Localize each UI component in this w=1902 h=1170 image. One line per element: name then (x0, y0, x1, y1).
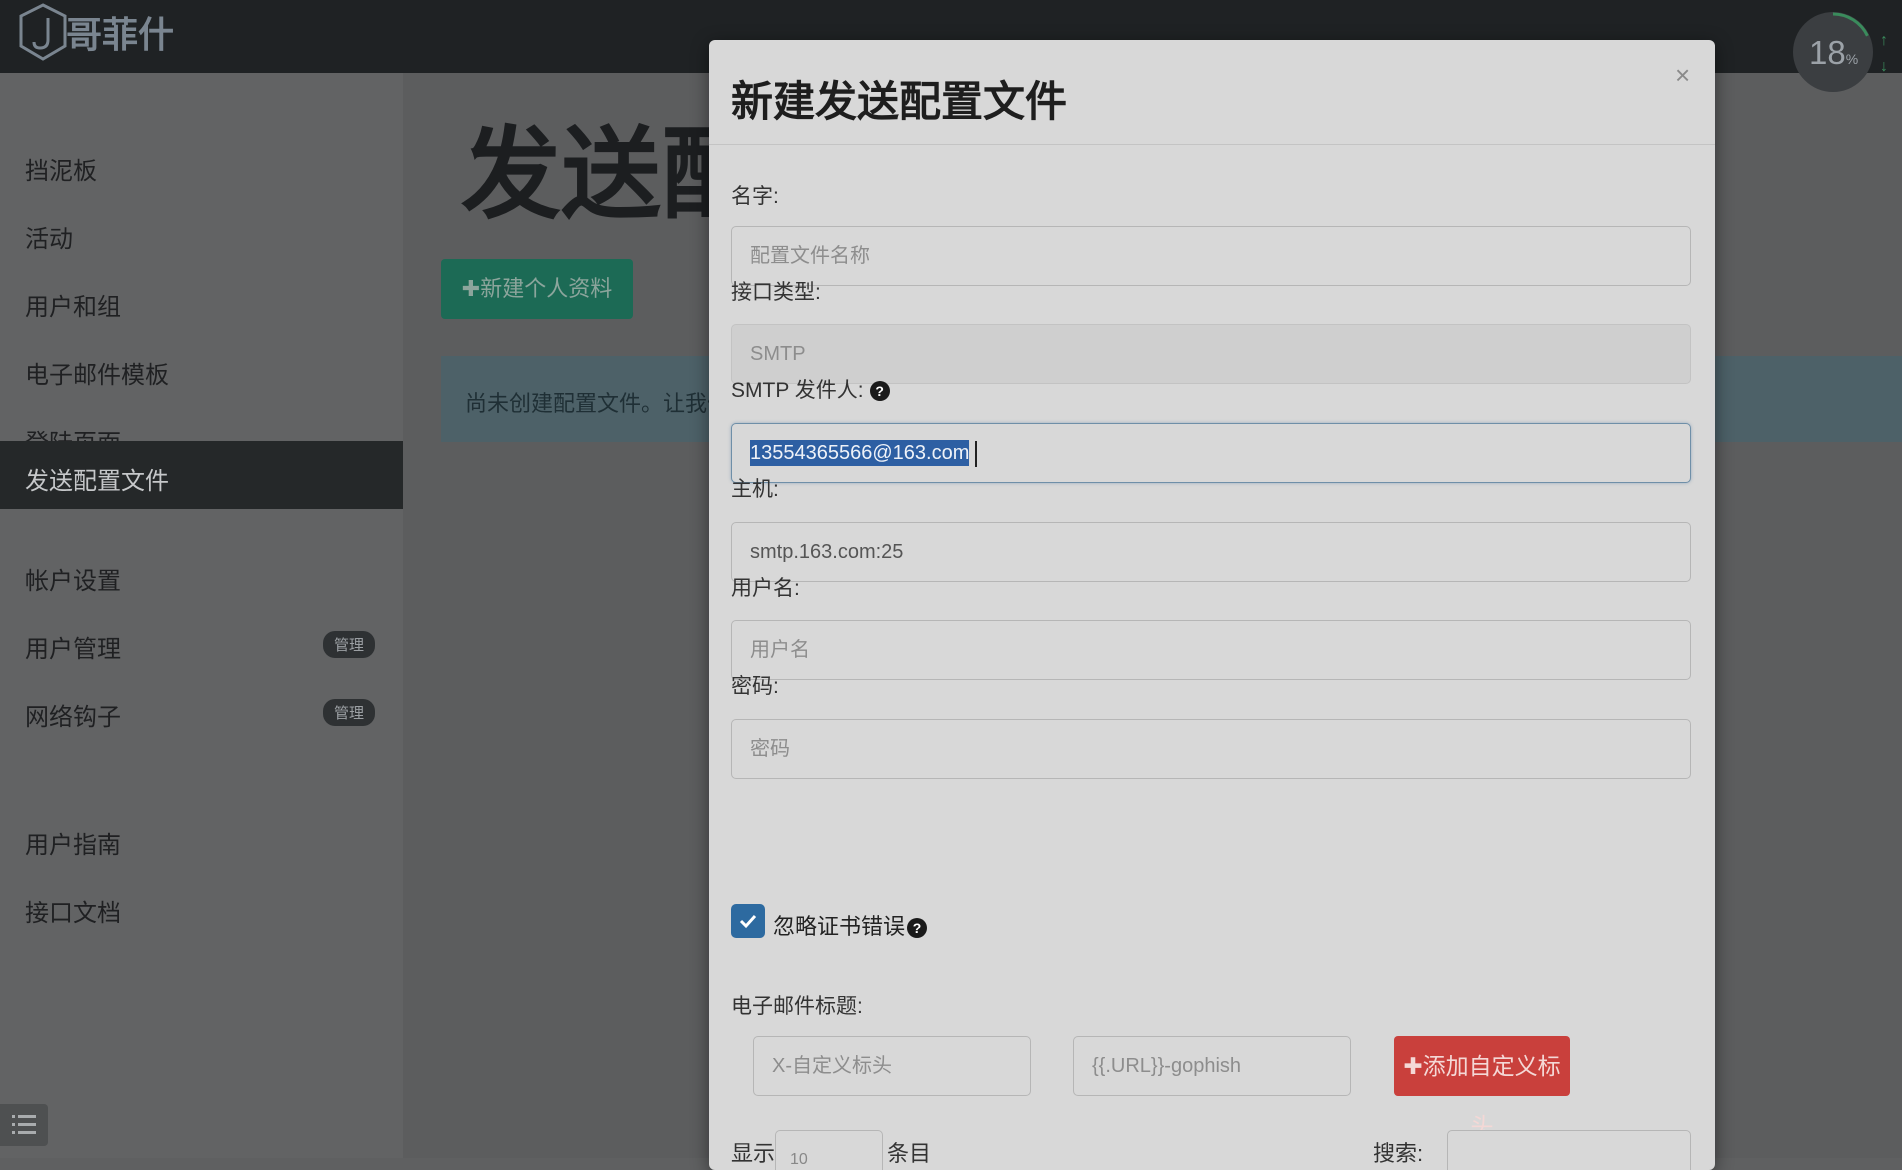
profile-name-input[interactable]: 配置文件名称 (731, 226, 1691, 286)
modal-title: 新建发送配置文件 (731, 78, 1068, 125)
sidebar-item-label: 帐户设置 (25, 568, 121, 595)
host-label: 主机: (731, 478, 779, 501)
close-icon[interactable]: × (1675, 60, 1690, 91)
entries-label: 条目 (887, 1141, 932, 1166)
username-label: 用户名: (731, 577, 800, 600)
interface-type-label: 接口类型: (731, 281, 821, 304)
header-value-input[interactable]: {{.URL}}-gophish (1073, 1036, 1351, 1096)
sidebar-item-api-docs[interactable]: 接口文档 (0, 875, 403, 941)
sidebar-item-label: 用户和组 (25, 294, 121, 321)
add-custom-header-button[interactable]: ✚添加自定义标头 (1394, 1036, 1570, 1139)
sidebar-toggle-button[interactable] (0, 1104, 48, 1146)
name-label: 名字: (731, 185, 779, 208)
show-label: 显示 (731, 1141, 776, 1166)
host-input[interactable]: smtp.163.com:25 (731, 522, 1691, 582)
sidebar-item-users-groups[interactable]: 用户和组 (0, 269, 403, 335)
custom-header-input[interactable]: X-自定义标头 (753, 1036, 1031, 1096)
sidebar-item-label: 挡泥板 (25, 158, 97, 185)
sidebar-item-label: 用户管理 (25, 636, 121, 663)
email-headers-label: 电子邮件标题: (731, 995, 863, 1018)
new-profile-button[interactable]: ✚新建个人资料 (441, 259, 633, 319)
sidebar-item-label: 接口文档 (25, 900, 121, 927)
list-icon (12, 1115, 36, 1134)
text-cursor-icon (975, 440, 978, 467)
shield-logo-icon (19, 3, 67, 61)
new-sending-profile-modal: 新建发送配置文件 × 名字: 配置文件名称 接口类型: SMTP SMTP 发件… (709, 40, 1715, 1170)
checkmark-icon (739, 914, 757, 929)
help-icon[interactable]: ? (869, 381, 890, 402)
entries-select[interactable]: 10 (775, 1130, 883, 1170)
selected-text: 13554365566@163.com (750, 440, 970, 466)
search-label: 搜索: (1373, 1141, 1424, 1166)
smtp-from-input[interactable]: 13554365566@163.com (731, 423, 1691, 483)
modal-header: 新建发送配置文件 × (709, 40, 1715, 145)
network-arrows-icon: ↑ ↓ (1880, 32, 1888, 75)
smtp-from-label: SMTP 发件人:? (731, 374, 890, 404)
sidebar-item-label: 网络钩子 (25, 704, 121, 731)
sidebar-item-label: 用户指南 (25, 832, 121, 859)
empty-state-text: 尚未创建配置文件。让我们创建一个吧！ (465, 391, 715, 416)
sidebar-item-email-templates[interactable]: 电子邮件模板 (0, 337, 403, 403)
search-input[interactable] (1447, 1130, 1691, 1170)
sidebar-item-user-guide[interactable]: 用户指南 (0, 807, 403, 873)
help-icon[interactable]: ? (907, 918, 928, 939)
sidebar-item-campaigns[interactable]: 活动 (0, 201, 403, 267)
brand-logo[interactable]: 哥菲什 (16, 2, 174, 62)
sidebar-item-label: 活动 (25, 226, 73, 253)
sidebar: 挡泥板 活动 用户和组 电子邮件模板 登陆页面 发送配置文件 帐户设置 用户管理… (0, 73, 403, 1158)
page-title: 发送配置文件 (461, 119, 711, 231)
sidebar-item-account-settings[interactable]: 帐户设置 (0, 543, 403, 609)
sidebar-item-label: 电子邮件模板 (25, 362, 169, 389)
sidebar-item-label: 发送配置文件 (25, 468, 169, 495)
progress-value: 18% (1809, 34, 1859, 71)
sidebar-item-dashboard[interactable]: 挡泥板 (0, 133, 403, 199)
ignore-cert-checkbox[interactable] (731, 904, 765, 938)
sidebar-item-webhooks[interactable]: 网络钩子 管理 (0, 679, 403, 745)
password-label: 密码: (731, 675, 779, 698)
admin-badge: 管理 (322, 631, 375, 658)
sidebar-item-sending-profiles[interactable]: 发送配置文件 (0, 441, 403, 509)
sidebar-item-user-management[interactable]: 用户管理 管理 (0, 611, 403, 677)
ignore-cert-label: 忽略证书错误? (773, 909, 928, 941)
username-input[interactable]: 用户名 (731, 620, 1691, 680)
admin-badge: 管理 (322, 699, 375, 726)
brand-name: 哥菲什 (66, 14, 175, 55)
password-input[interactable]: 密码 (731, 719, 1691, 779)
